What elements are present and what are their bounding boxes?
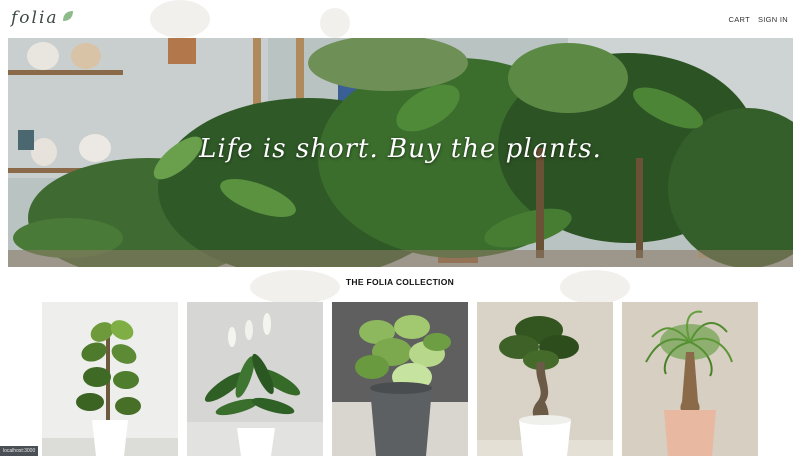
product-card[interactable] xyxy=(42,302,178,456)
product-card[interactable] xyxy=(622,302,758,456)
top-nav: CART SIGN IN xyxy=(728,15,788,24)
collection-title: THE FOLIA COLLECTION xyxy=(345,277,455,287)
hero-banner: Life is short. Buy the plants. xyxy=(8,38,793,267)
product-card[interactable] xyxy=(332,302,468,456)
bonsai-icon xyxy=(477,302,613,456)
cart-link[interactable]: CART xyxy=(728,15,749,24)
product-grid xyxy=(42,302,758,456)
logo-text: folia xyxy=(11,8,59,28)
site-header: folia CART SIGN IN xyxy=(0,0,800,38)
leaf-icon xyxy=(62,11,73,21)
pothos-icon xyxy=(332,302,468,456)
status-bar-url: localhost:3000 xyxy=(0,446,39,456)
hero-tagline: Life is short. Buy the plants. xyxy=(199,134,602,164)
product-card[interactable] xyxy=(187,302,323,456)
logo[interactable]: folia xyxy=(11,8,74,28)
sign-in-link[interactable]: SIGN IN xyxy=(758,15,788,24)
product-card[interactable] xyxy=(477,302,613,456)
background-texture xyxy=(560,270,630,304)
background-texture xyxy=(250,270,340,304)
peace-lily-icon xyxy=(187,302,323,456)
ponytail-palm-icon xyxy=(622,302,758,456)
fiddle-leaf-fig-icon xyxy=(42,302,178,456)
